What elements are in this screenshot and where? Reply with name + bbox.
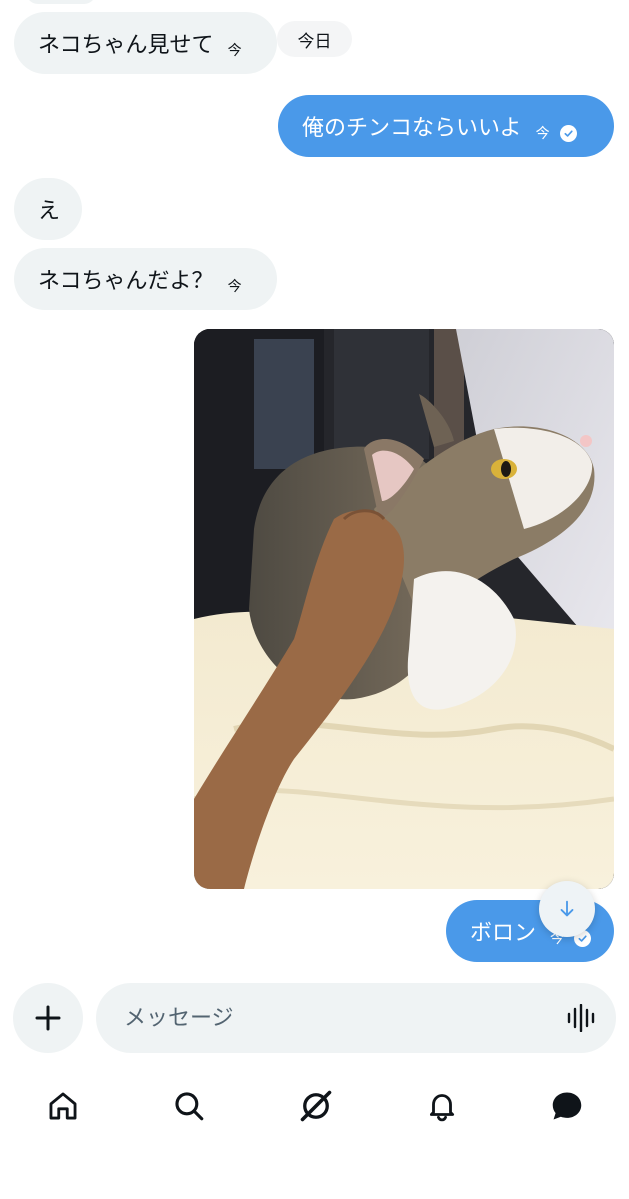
message-time: 今 xyxy=(227,279,242,295)
search-icon xyxy=(175,1092,204,1121)
nav-messages[interactable] xyxy=(547,1086,587,1126)
conversation: ネコちゃん見せて 今 今日 俺のチンコならいいよ 今 え ネコちゃんだよ？ 今 xyxy=(0,0,629,975)
read-check-icon xyxy=(559,124,577,142)
message-incoming[interactable]: ネコちゃん見せて 今 xyxy=(14,12,277,74)
cat-photo-image xyxy=(194,329,614,889)
plus-icon xyxy=(35,1005,61,1031)
messages-icon xyxy=(552,1092,582,1120)
nav-notifications[interactable] xyxy=(422,1086,462,1126)
add-attachment-button[interactable] xyxy=(13,983,83,1053)
bell-icon xyxy=(429,1094,455,1122)
message-text: ネコちゃん見せて xyxy=(38,33,214,58)
message-text: え xyxy=(38,199,61,224)
message-meta: 今 xyxy=(536,123,577,143)
message-composer[interactable] xyxy=(96,983,616,1053)
bottom-navigation xyxy=(0,1070,629,1140)
arrow-down-icon xyxy=(560,900,574,917)
message-text: ネコちゃんだよ？ xyxy=(38,269,214,294)
nav-search[interactable] xyxy=(169,1086,209,1126)
message-time: 今 xyxy=(227,43,242,59)
message-input[interactable] xyxy=(122,1004,546,1032)
home-icon xyxy=(49,1092,77,1120)
scroll-to-bottom-button[interactable] xyxy=(539,881,595,937)
message-text: ボロン xyxy=(470,921,537,946)
photo-attachment[interactable] xyxy=(194,329,614,889)
message-text: 俺のチンコならいいよ xyxy=(302,116,522,141)
message-incoming[interactable]: え xyxy=(14,178,82,240)
date-divider: 今日 xyxy=(277,21,352,57)
voice-message-icon[interactable] xyxy=(566,1004,598,1032)
message-incoming[interactable]: ネコちゃんだよ？ 今 xyxy=(14,248,277,310)
nav-grok[interactable] xyxy=(296,1086,336,1126)
nav-home[interactable] xyxy=(43,1086,83,1126)
grok-icon xyxy=(300,1090,332,1122)
message-time: 今 xyxy=(535,126,550,142)
message-outgoing[interactable]: 俺のチンコならいいよ 今 xyxy=(278,95,614,157)
previous-message-edge xyxy=(26,0,96,4)
